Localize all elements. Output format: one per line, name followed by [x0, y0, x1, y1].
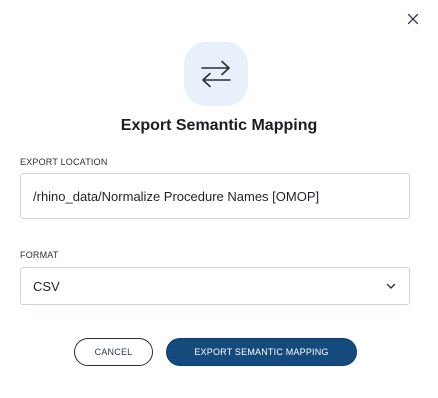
chevron-down-icon — [386, 283, 396, 289]
export-hero-badge — [184, 42, 248, 106]
export-location-input[interactable] — [20, 173, 410, 219]
cancel-button[interactable]: CANCEL — [74, 338, 153, 366]
export-semantic-mapping-button[interactable]: EXPORT SEMANTIC MAPPING — [166, 338, 357, 366]
export-location-label: EXPORT LOCATION — [20, 157, 108, 167]
close-button[interactable] — [404, 10, 422, 28]
export-dialog: Export Semantic Mapping EXPORT LOCATION … — [0, 0, 438, 398]
close-icon — [407, 13, 419, 25]
format-select-value: CSV — [33, 278, 60, 294]
dialog-title: Export Semantic Mapping — [120, 117, 318, 134]
format-select[interactable]: CSV — [20, 267, 410, 305]
swap-arrows-icon — [201, 60, 231, 88]
format-label: FORMAT — [20, 250, 59, 260]
